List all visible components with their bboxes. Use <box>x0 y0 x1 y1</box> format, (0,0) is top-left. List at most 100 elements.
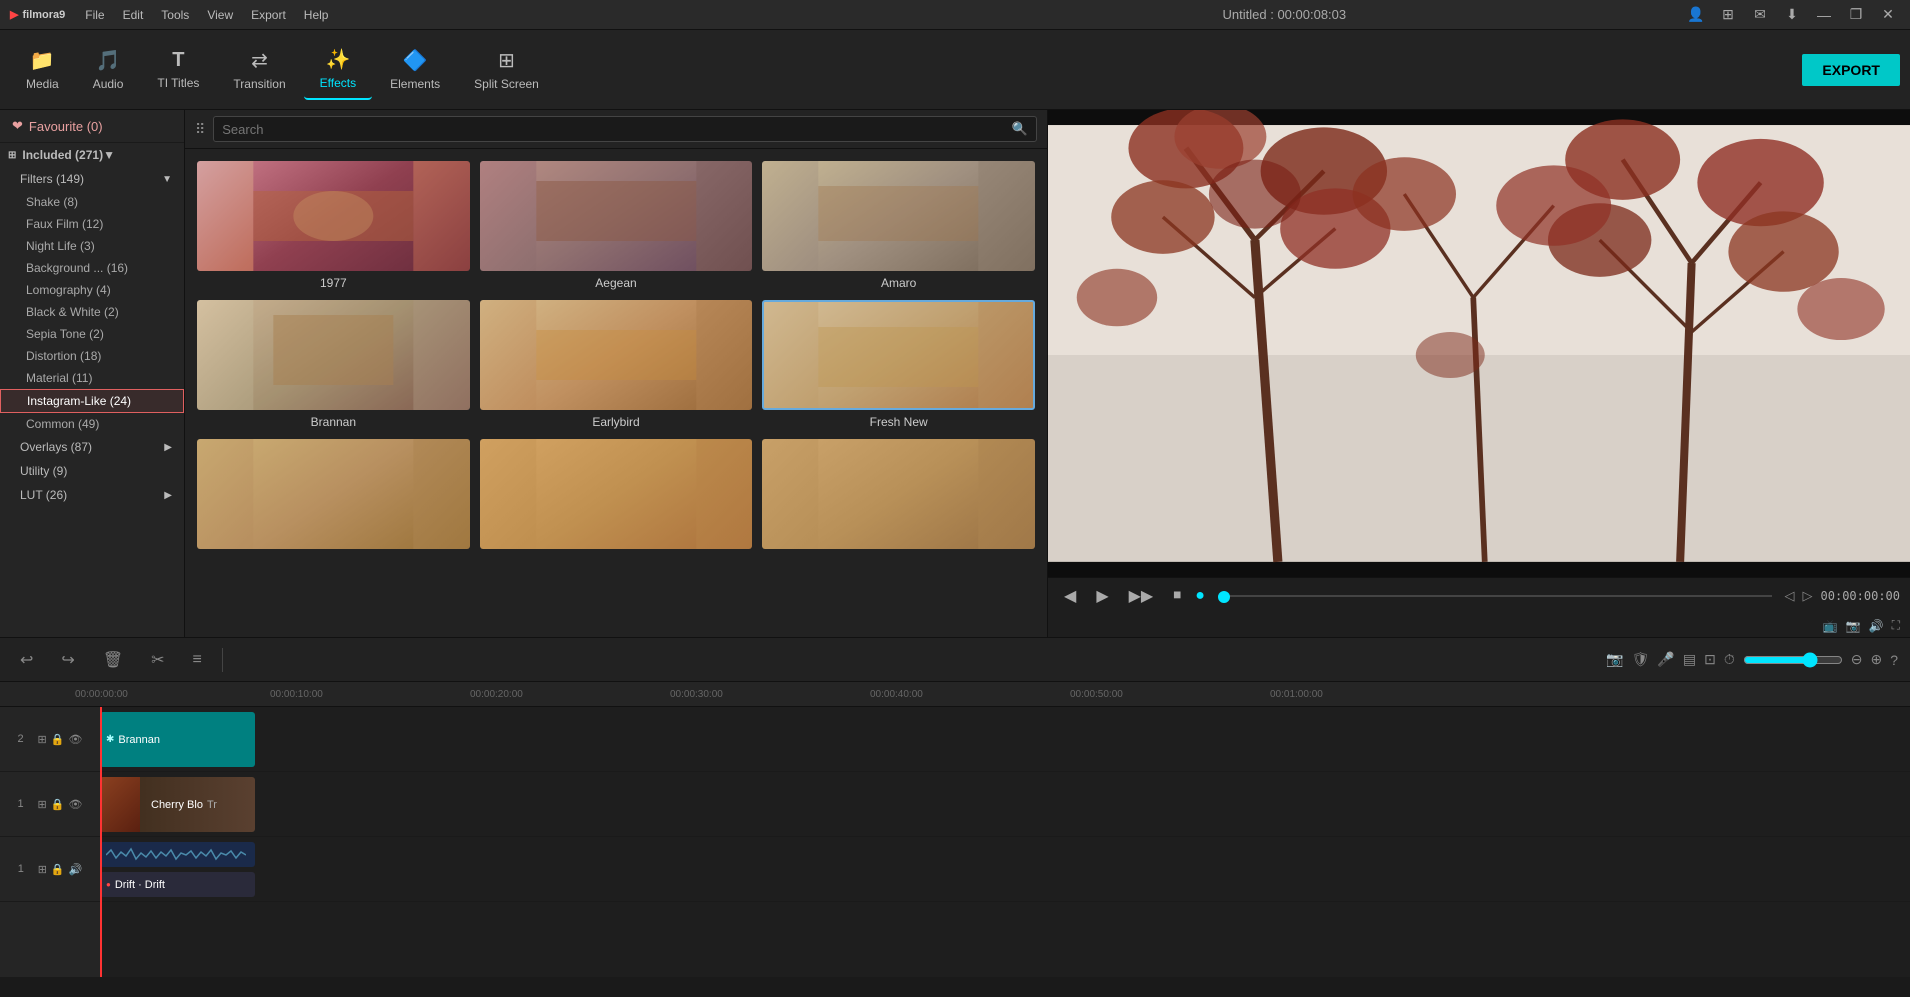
toolbar-elements[interactable]: 🔷 Elements <box>374 40 456 99</box>
effects-header: ⠿ 🔍 <box>185 110 1047 149</box>
material-item[interactable]: Material (11) <box>0 367 184 389</box>
track2-lock-icon[interactable]: 🔒 <box>51 733 65 746</box>
track1a-lock-icon[interactable]: 🔒 <box>51 863 65 876</box>
resolution-icon[interactable]: 📺 <box>1823 619 1838 633</box>
menu-export[interactable]: Export <box>251 8 286 22</box>
zoom-in-icon[interactable]: ⊕ <box>1870 651 1882 668</box>
prev-frame-button[interactable]: ◀ <box>1058 584 1082 608</box>
nav-prev-icon[interactable]: ◁ <box>1785 588 1795 604</box>
grid-view-button[interactable]: ⠿ <box>195 121 205 138</box>
distortion-item[interactable]: Distortion (18) <box>0 345 184 367</box>
toolbar-effects[interactable]: ✨ Effects <box>304 39 372 100</box>
menu-help[interactable]: Help <box>304 8 329 22</box>
toolbar-media[interactable]: 📁 Media <box>10 40 75 99</box>
undo-button[interactable]: ↩ <box>12 646 41 674</box>
toolbar-audio[interactable]: 🎵 Audio <box>77 40 140 99</box>
menu-tools[interactable]: Tools <box>161 8 189 22</box>
track1a-grid-icon[interactable]: ⊞ <box>38 863 47 876</box>
favourite-item[interactable]: ❤ Favourite (0) <box>0 110 184 143</box>
toolbar-transition[interactable]: ⇄ Transition <box>217 40 301 99</box>
effect-thumb-freshnew <box>762 300 1035 410</box>
track2-grid-icon[interactable]: ⊞ <box>38 733 47 746</box>
stop-button[interactable]: ⏹ <box>1167 585 1187 607</box>
menu-file[interactable]: File <box>85 8 104 22</box>
effect-amaro[interactable]: Amaro <box>762 161 1035 290</box>
toolbar-right: 📷 🛡 🎤 ▤ ⊡ ⏱ ⊖ ⊕ ? <box>1606 651 1898 668</box>
effect-1977[interactable]: 1977 <box>197 161 470 290</box>
effect-brannan[interactable]: Brannan <box>197 300 470 429</box>
track-num-1v: 1 <box>18 798 34 810</box>
search-box: 🔍 <box>213 116 1037 142</box>
included-section[interactable]: ⊞ Included (271) ▼ <box>0 143 184 167</box>
effect-row3-2[interactable] <box>480 439 753 554</box>
included-label: Included (271) <box>22 148 103 162</box>
faux-film-item[interactable]: Faux Film (12) <box>0 213 184 235</box>
effect-row3-3[interactable] <box>762 439 1035 554</box>
clip-brannan-effect[interactable]: ✱ Brannan <box>100 712 255 767</box>
track1v-eye-icon[interactable]: 👁 <box>68 798 82 811</box>
utility-item[interactable]: Utility (9) <box>0 459 184 483</box>
settings-button[interactable]: ≡ <box>185 647 210 673</box>
volume-icon[interactable]: 🔊 <box>1869 619 1884 633</box>
track1v-grid-icon[interactable]: ⊞ <box>38 798 47 811</box>
cut-button[interactable]: ✂ <box>143 646 172 674</box>
track2-eye-icon[interactable]: 👁 <box>68 733 82 746</box>
close-button[interactable]: ✕ <box>1876 3 1900 27</box>
maximize-button[interactable]: ❐ <box>1844 3 1868 27</box>
fullscreen-icon[interactable]: ⛶ <box>1892 618 1900 633</box>
mic-icon[interactable]: 🎤 <box>1657 651 1674 668</box>
heart-icon: ❤ <box>12 118 23 134</box>
filters-item[interactable]: Filters (149) ▼ <box>0 167 184 191</box>
clip-drift[interactable]: ● Drift · Drift <box>100 872 255 897</box>
user-icon[interactable]: 👤 <box>1684 3 1708 27</box>
filters-arrow: ▼ <box>162 174 172 185</box>
pip-icon[interactable]: ⊡ <box>1704 651 1716 668</box>
effect-earlybird[interactable]: Earlybird <box>480 300 753 429</box>
search-input[interactable] <box>222 122 1006 137</box>
screenshot-icon[interactable]: 📷 <box>1846 619 1861 633</box>
subtitle-icon[interactable]: ▤ <box>1683 651 1696 668</box>
nav-next-icon[interactable]: ▷ <box>1803 588 1813 604</box>
zoom-slider[interactable] <box>1743 652 1843 668</box>
shake-item[interactable]: Shake (8) <box>0 191 184 213</box>
layout-icon[interactable]: ⊞ <box>1716 3 1740 27</box>
play-button[interactable]: ▶ <box>1090 584 1114 608</box>
clip-transition-label: Tr <box>207 799 217 811</box>
redo-button[interactable]: ↪ <box>53 646 82 674</box>
track1a-vol-icon[interactable]: 🔊 <box>69 863 83 876</box>
minimize-button[interactable]: — <box>1812 3 1836 27</box>
effect-fresh-new[interactable]: Fresh New <box>762 300 1035 429</box>
clip-cherry[interactable]: Cherry Blo Tr <box>100 777 255 832</box>
search-icon[interactable]: 🔍 <box>1012 121 1028 137</box>
sepia-tone-item[interactable]: Sepia Tone (2) <box>0 323 184 345</box>
effect-thumb-amaro <box>762 161 1035 271</box>
shield-icon[interactable]: 🛡 <box>1632 651 1650 668</box>
background-item[interactable]: Background ... (16) <box>0 257 184 279</box>
toolbar-titles[interactable]: T TI Titles <box>141 41 215 98</box>
pause-play-button[interactable]: ▶▶ <box>1123 584 1160 608</box>
mail-icon[interactable]: ✉ <box>1748 3 1772 27</box>
common-item[interactable]: Common (49) <box>0 413 184 435</box>
clip-cherry-label: Cherry Blo <box>151 799 203 811</box>
zoom-out-icon[interactable]: ⊖ <box>1851 651 1863 668</box>
window-controls: 👤 ⊞ ✉ ⬇ — ❐ ✕ <box>1684 3 1900 27</box>
overlays-item[interactable]: Overlays (87) ▶ <box>0 435 184 459</box>
effect-row3-1[interactable] <box>197 439 470 554</box>
night-life-item[interactable]: Night Life (3) <box>0 235 184 257</box>
instagram-like-item[interactable]: Instagram-Like (24) <box>0 389 184 413</box>
clock-icon[interactable]: ⏱ <box>1724 651 1735 668</box>
camera-icon[interactable]: 📷 <box>1606 651 1623 668</box>
clip-audio[interactable] <box>100 842 255 867</box>
help-icon[interactable]: ? <box>1890 652 1898 668</box>
lut-item[interactable]: LUT (26) ▶ <box>0 483 184 507</box>
toolbar-splitscreen[interactable]: ⊞ Split Screen <box>458 40 555 99</box>
menu-edit[interactable]: Edit <box>123 8 144 22</box>
download-icon[interactable]: ⬇ <box>1780 3 1804 27</box>
track1v-lock-icon[interactable]: 🔒 <box>51 798 65 811</box>
effect-aegean[interactable]: Aegean <box>480 161 753 290</box>
black-white-item[interactable]: Black & White (2) <box>0 301 184 323</box>
menu-view[interactable]: View <box>207 8 233 22</box>
delete-button[interactable]: 🗑 <box>95 646 131 674</box>
export-button[interactable]: EXPORT <box>1802 54 1900 86</box>
lomography-item[interactable]: Lomography (4) <box>0 279 184 301</box>
